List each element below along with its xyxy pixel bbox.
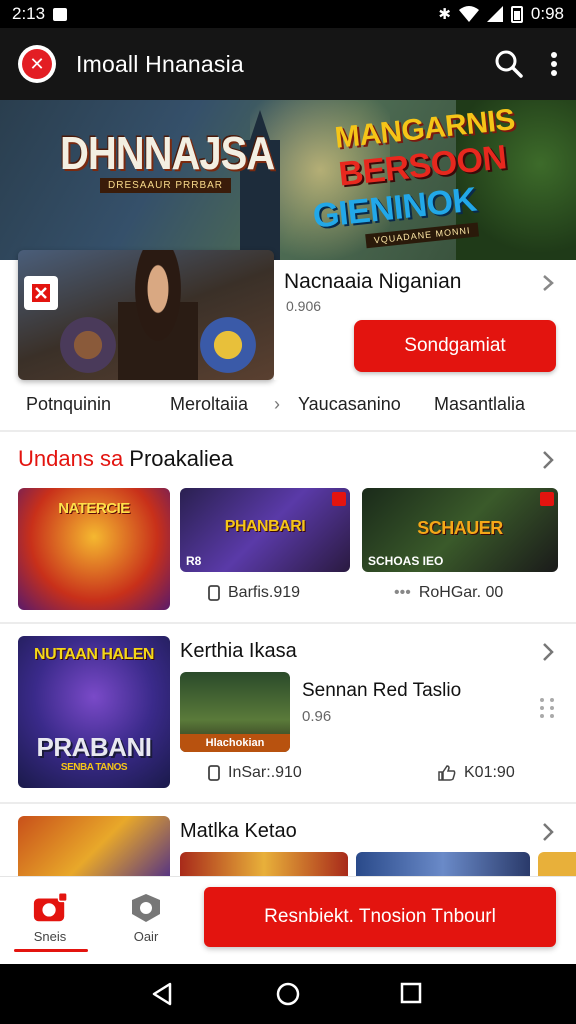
- promo-meta: 0.906: [286, 298, 322, 314]
- thumbnail-title: NATERCIE: [58, 500, 130, 517]
- thumbnail-caption: SCHOAS IEO: [368, 554, 444, 568]
- chevron-right-icon[interactable]: [542, 450, 554, 475]
- rating-meta: K01:90: [438, 764, 515, 782]
- rating-meta: InSar:.910: [208, 764, 302, 782]
- tab-category[interactable]: Yaucasanino: [298, 394, 401, 415]
- phone-icon: [208, 585, 220, 601]
- game-thumbnail[interactable]: NUTAAN HALEN PRABANI SENBA TANOS: [18, 636, 170, 788]
- battery-icon: [510, 5, 523, 23]
- home-icon[interactable]: [276, 982, 300, 1011]
- item-title[interactable]: Sennan Red Taslio: [302, 680, 461, 702]
- promo-title[interactable]: Nacnaaia Niganian: [284, 270, 461, 294]
- game-thumbnail[interactable]: PHANBARI R8: [180, 488, 350, 572]
- nav-item-chat[interactable]: Oair: [110, 893, 182, 944]
- featured-heroine: [118, 250, 198, 380]
- flag-icon[interactable]: [24, 276, 58, 310]
- dots-icon: •••: [394, 584, 411, 601]
- tab-category[interactable]: Masantlalia: [434, 394, 525, 415]
- meta-text: K01:90: [464, 764, 515, 781]
- game-thumbnail[interactable]: [180, 852, 348, 876]
- divider: [0, 802, 576, 804]
- new-badge: [332, 492, 346, 506]
- game-thumbnail[interactable]: [538, 852, 576, 876]
- nav-item-home[interactable]: Sneis: [14, 892, 86, 944]
- divider: [0, 622, 576, 624]
- featured-character: [58, 310, 118, 380]
- notification-icon: [53, 7, 68, 21]
- featured-game-card[interactable]: [18, 250, 274, 380]
- section-title[interactable]: Matlka Ketao: [180, 820, 297, 843]
- primary-cta-button[interactable]: Resnbiekt. Tnosion Tnbourl: [204, 887, 556, 947]
- app-title: Imoall Hnanasia: [76, 50, 244, 77]
- hero-left-subtitle: DRESAAUR PRRBAR: [100, 178, 232, 193]
- tab-category[interactable]: Potnquinin: [26, 394, 111, 415]
- category-tabs: Potnquinin Meroltaiia › Yaucasanino Masa…: [0, 382, 576, 428]
- meta-text: InSar:.910: [228, 764, 302, 781]
- promo-panel: Nacnaaia Niganian 0.906 Sondgamiat: [274, 260, 576, 380]
- thumbs-up-icon: [438, 765, 456, 781]
- section-header[interactable]: Undans sa Proakaliea: [18, 446, 233, 472]
- meta-text: Barfis.919: [228, 584, 301, 601]
- new-badge: [540, 492, 554, 506]
- promo-button[interactable]: Sondgamiat: [354, 320, 556, 372]
- bluetooth-icon: ✱: [438, 5, 451, 23]
- game-thumbnail[interactable]: SCHAUER SCHOAS IEO: [362, 488, 558, 572]
- status-clock: 0:98: [530, 4, 564, 23]
- camera-icon: [32, 892, 68, 923]
- wifi-icon: [458, 6, 479, 22]
- chevron-right-icon[interactable]: [542, 642, 554, 667]
- app-logo[interactable]: ✕: [18, 45, 56, 83]
- item-meta: 0.96: [302, 708, 332, 725]
- chevron-right-icon[interactable]: [542, 274, 554, 297]
- more-options-icon[interactable]: [550, 51, 558, 77]
- featured-character: [198, 310, 258, 380]
- thumbnail-subtitle: SENBA TANOS: [60, 762, 128, 773]
- hero-banner[interactable]: DHNNAJSA DRESAAUR PRRBAR MANGARNIS BERSO…: [0, 100, 576, 260]
- thumbnail-title: PHANBARI: [224, 518, 306, 535]
- more-options-icon[interactable]: [540, 698, 554, 718]
- back-icon[interactable]: [150, 982, 174, 1011]
- divider: [0, 430, 576, 432]
- search-icon[interactable]: [494, 49, 524, 79]
- thumbnail-caption: Hlachokian: [180, 734, 290, 752]
- chevron-right-icon[interactable]: [542, 822, 554, 847]
- game-thumbnail[interactable]: [356, 852, 530, 876]
- section-title: Proakaliea: [123, 446, 234, 471]
- chevron-right-icon: ›: [274, 394, 280, 414]
- rating-meta: ••• RoHGar. 00: [394, 584, 503, 602]
- thumbnail-title: PRABANI: [36, 732, 152, 762]
- game-thumbnail[interactable]: NATERCIE: [18, 488, 170, 610]
- status-time: 2:13: [12, 4, 46, 23]
- thumbnail-title-top: NUTAAN HALEN: [34, 646, 154, 663]
- bottom-nav: Sneis Oair Resnbiekt. Tnosion Tnbourl: [0, 876, 576, 964]
- active-tab-indicator: [14, 949, 88, 952]
- recents-icon[interactable]: [400, 982, 422, 1009]
- nav-label: Oair: [133, 929, 159, 944]
- nav-label: Sneis: [33, 929, 67, 944]
- system-nav-bar: [0, 964, 576, 1024]
- tab-category[interactable]: Meroltaiia: [170, 394, 248, 415]
- meta-text: RoHGar. 00: [418, 584, 504, 601]
- thumbnail-title: SCHAUER: [417, 518, 503, 538]
- signal-icon: [486, 6, 503, 22]
- rating-meta: Barfis.919: [208, 584, 300, 602]
- section-title[interactable]: Kerthia Ikasa: [180, 640, 297, 663]
- app-bar: ✕ Imoall Hnanasia: [0, 28, 576, 100]
- hero-left-title: DHNNAJSA: [60, 128, 275, 180]
- phone-icon: [208, 765, 220, 781]
- thumbnail-caption: R8: [186, 554, 202, 568]
- status-bar: 2:13 ✱ 0:98: [0, 0, 576, 28]
- game-thumbnail[interactable]: [18, 816, 170, 876]
- section-title-accent: Undans sa: [18, 446, 124, 471]
- hero-badge: MANGARNIS BERSOON GIENINOK VQUADANE MONN…: [294, 103, 533, 260]
- main-content: DHNNAJSA DRESAAUR PRRBAR MANGARNIS BERSO…: [0, 100, 576, 876]
- chat-bubble-icon: [128, 893, 164, 923]
- game-thumbnail[interactable]: Hlachokian: [180, 672, 290, 752]
